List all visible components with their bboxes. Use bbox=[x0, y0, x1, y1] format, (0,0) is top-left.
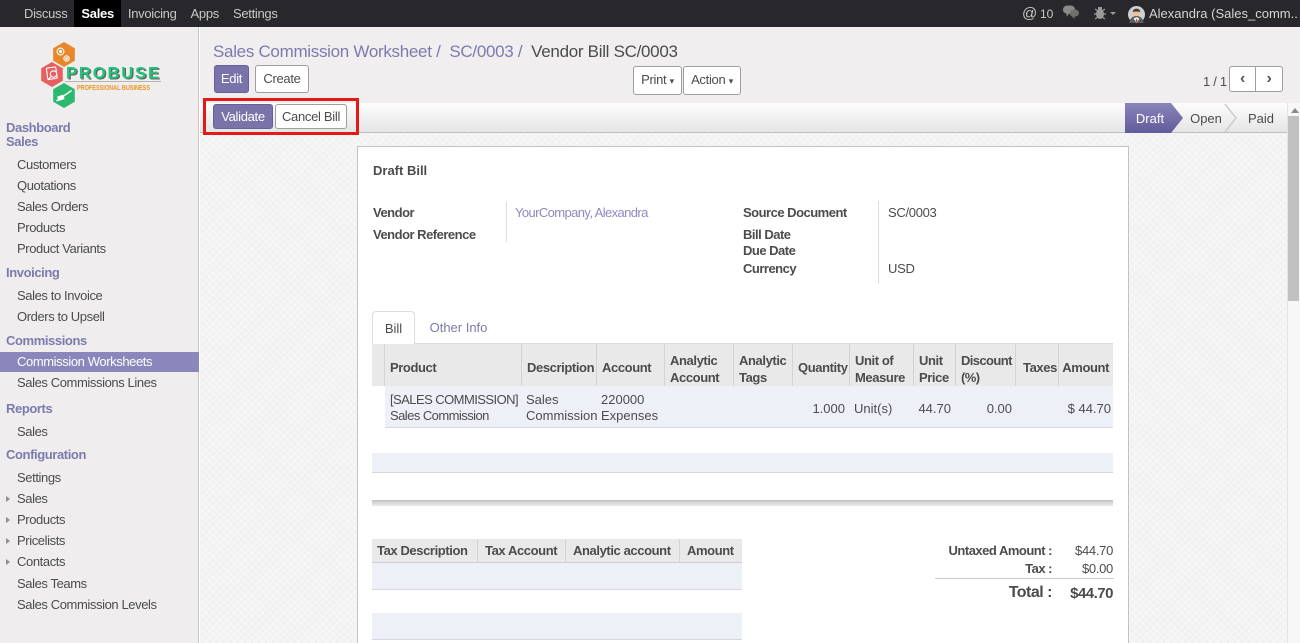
svg-text:PROBUSE: PROBUSE bbox=[66, 65, 159, 83]
svg-text:Open: Open bbox=[1190, 111, 1222, 126]
svg-text:PROFESSIONAL BUSINESS: PROFESSIONAL BUSINESS bbox=[77, 83, 150, 92]
svg-text:Draft: Draft bbox=[1136, 111, 1165, 126]
svg-text:Paid: Paid bbox=[1248, 111, 1274, 126]
